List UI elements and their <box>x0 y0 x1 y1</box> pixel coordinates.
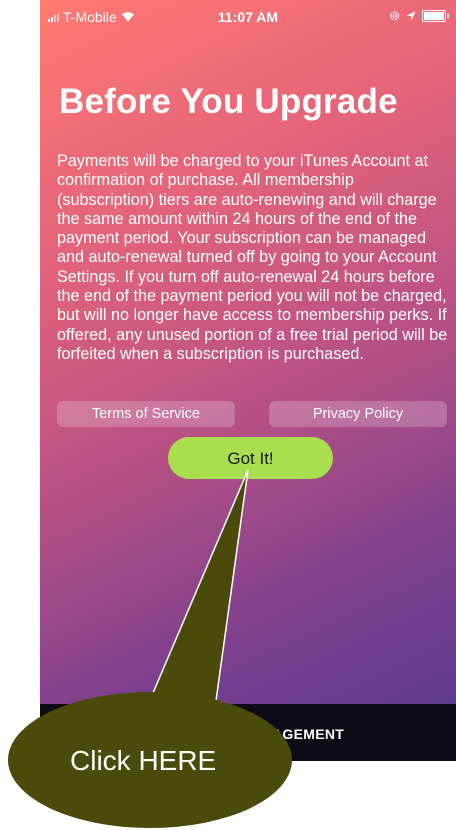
privacy-policy-button[interactable]: Privacy Policy <box>269 401 447 427</box>
status-right: ⊚ <box>389 8 449 24</box>
rotation-lock-icon: ⊚ <box>389 8 400 23</box>
status-bar: T-Mobile 11:07 AM ⊚ <box>40 0 456 36</box>
terms-of-service-button[interactable]: Terms of Service <box>57 401 235 427</box>
callout-text: Click HERE <box>70 745 217 776</box>
location-icon <box>406 9 416 24</box>
phone-screen: T-Mobile 11:07 AM ⊚ Before You Upgrade P… <box>40 0 456 761</box>
subscription-terms-text: Payments will be charged to your iTunes … <box>57 152 448 363</box>
battery-icon <box>422 10 449 22</box>
page-title: Before You Upgrade <box>59 82 398 121</box>
got-it-button[interactable]: Got It! <box>168 437 333 479</box>
bottom-bar-label[interactable]: AGEMENT <box>272 726 344 742</box>
